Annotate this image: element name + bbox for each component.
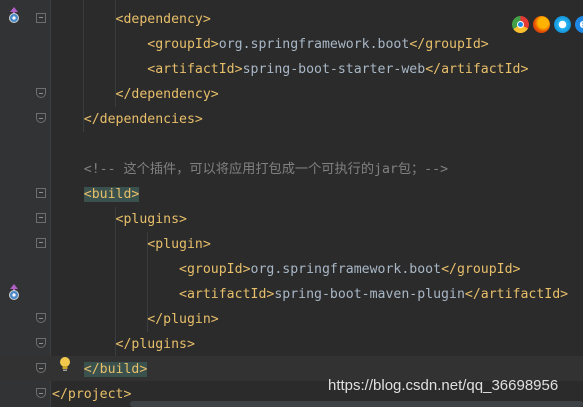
- code-line[interactable]: <groupId>org.springframework.boot</group…: [52, 257, 520, 282]
- xml-tag: </project>: [52, 387, 132, 402]
- xml-tag: </artifactId>: [425, 62, 529, 77]
- xml-tag: </dependencies>: [83, 112, 203, 127]
- xml-tag: <plugin>: [147, 237, 211, 252]
- xml-tag: <artifactId>: [147, 62, 243, 77]
- code-line[interactable]: </dependency>: [52, 82, 219, 107]
- code-line[interactable]: </plugin>: [52, 307, 219, 332]
- code-line[interactable]: <artifactId>spring-boot-starter-web</art…: [52, 57, 528, 82]
- xml-tag: </build>: [83, 362, 148, 377]
- firefox-icon[interactable]: [533, 16, 550, 33]
- browser-preview-bar: e: [512, 16, 583, 33]
- xml-tag: </plugins>: [115, 337, 195, 352]
- code-line[interactable]: <!-- 这个插件，可以将应用打包成一个可执行的jar包；-->: [52, 157, 448, 182]
- xml-tag: <artifactId>: [179, 287, 275, 302]
- fold-marker[interactable]: [36, 88, 46, 98]
- lightbulb-icon[interactable]: [57, 355, 73, 373]
- xml-text: spring-boot-starter-web: [242, 62, 426, 77]
- safari-icon[interactable]: [554, 16, 571, 33]
- ie-icon[interactable]: e: [575, 16, 583, 33]
- xml-tag: </artifactId>: [464, 287, 569, 302]
- code-line[interactable]: <plugins>: [52, 207, 187, 232]
- watermark-text: https://blog.csdn.net/qq_36698956: [328, 377, 559, 394]
- fold-marker[interactable]: [36, 363, 46, 373]
- code-line[interactable]: </project>: [52, 382, 131, 407]
- xml-text: spring-boot-maven-plugin: [274, 287, 465, 302]
- code-line[interactable]: <plugin>: [52, 232, 211, 257]
- code-line[interactable]: </dependencies>: [52, 107, 203, 132]
- code-line[interactable]: </plugins>: [52, 332, 195, 357]
- xml-tag: </dependency>: [115, 87, 219, 102]
- override-gutter-icon[interactable]: [6, 283, 22, 301]
- xml-text: org.springframework.boot: [218, 37, 410, 52]
- code-line[interactable]: <artifactId>spring-boot-maven-plugin</ar…: [52, 282, 568, 307]
- fold-marker[interactable]: [36, 388, 46, 398]
- code-line[interactable]: <groupId>org.springframework.boot</group…: [52, 32, 489, 57]
- xml-tag: <build>: [83, 187, 140, 202]
- fold-marker[interactable]: [36, 213, 46, 223]
- fold-marker[interactable]: [36, 188, 46, 198]
- horizontal-scrollbar[interactable]: [130, 401, 583, 407]
- fold-marker[interactable]: [36, 238, 46, 248]
- override-gutter-icon[interactable]: [6, 6, 22, 24]
- xml-comment: <!-- 这个插件，可以将应用打包成一个可执行的jar包；-->: [83, 162, 449, 177]
- fold-marker[interactable]: [36, 113, 46, 123]
- xml-tag: <groupId>: [147, 37, 219, 52]
- fold-marker[interactable]: [36, 313, 46, 323]
- gutter-separator: [50, 0, 51, 407]
- fold-marker[interactable]: [36, 338, 46, 348]
- xml-text: org.springframework.boot: [250, 262, 442, 277]
- xml-tag: </plugin>: [147, 312, 219, 327]
- xml-tag: <groupId>: [179, 262, 251, 277]
- xml-tag: </groupId>: [441, 262, 521, 277]
- xml-tag: <plugins>: [115, 212, 187, 227]
- code-line[interactable]: <build>: [52, 182, 140, 207]
- fold-marker[interactable]: [36, 13, 46, 23]
- code-line[interactable]: <dependency>: [52, 7, 211, 32]
- xml-tag: </groupId>: [409, 37, 489, 52]
- xml-tag: <dependency>: [115, 12, 211, 27]
- chrome-icon[interactable]: [512, 16, 529, 33]
